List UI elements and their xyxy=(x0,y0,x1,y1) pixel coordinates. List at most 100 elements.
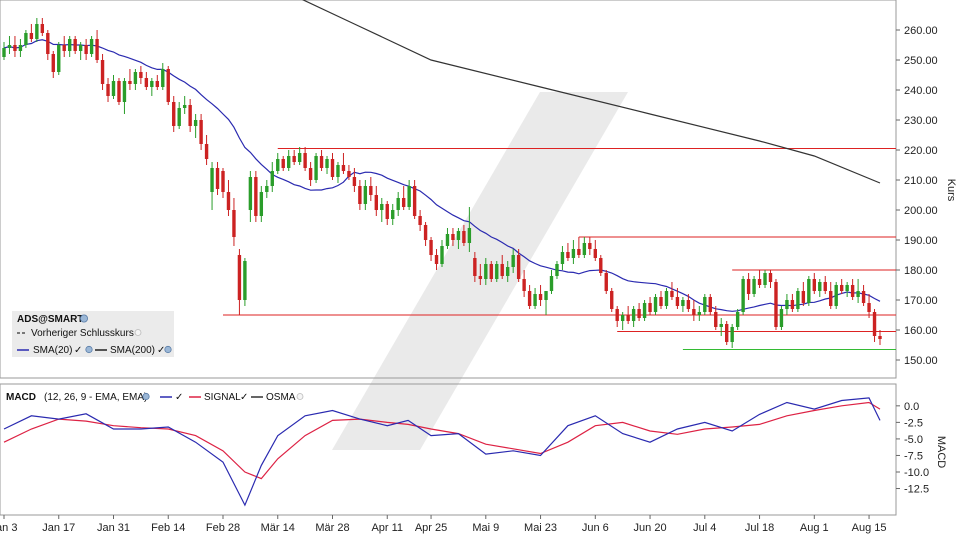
legend-osma: OSMA xyxy=(266,392,296,403)
candle-body xyxy=(845,285,849,291)
candle-body xyxy=(78,45,83,51)
legend-macd-title: MACD xyxy=(6,392,36,403)
sma20-check-icon[interactable]: ✓ xyxy=(74,345,82,356)
date-tick-label: Mai 9 xyxy=(472,522,499,534)
candle xyxy=(659,291,663,309)
date-tick-label: Mär 14 xyxy=(261,522,295,534)
candle-body xyxy=(839,285,844,291)
candle xyxy=(801,282,806,306)
chart-svg: 150.00 160.00 170.00 180.00 190.00 200.00 210.… xyxy=(0,0,957,534)
sma200-globe-icon[interactable] xyxy=(164,345,172,354)
candle-body xyxy=(100,60,105,84)
candle-body xyxy=(193,120,198,126)
candle xyxy=(708,294,712,315)
candle-body xyxy=(111,81,116,96)
candle-body xyxy=(615,309,619,321)
candle xyxy=(812,273,816,294)
candle xyxy=(276,153,280,174)
candle xyxy=(210,162,214,210)
candle xyxy=(182,96,187,114)
candle xyxy=(527,285,532,309)
candle-body xyxy=(577,249,581,255)
candle-body xyxy=(237,255,242,300)
candle-body xyxy=(708,297,712,312)
candle xyxy=(254,171,258,222)
candle-body xyxy=(46,33,50,54)
candle-body xyxy=(714,312,718,327)
candle-body xyxy=(319,156,324,168)
candle xyxy=(57,42,61,75)
candle-body xyxy=(51,54,55,72)
candle xyxy=(385,201,389,225)
candle xyxy=(314,153,318,183)
candle xyxy=(62,36,66,57)
candle xyxy=(40,18,45,36)
candle-body xyxy=(57,45,61,72)
candle xyxy=(856,279,860,303)
candle xyxy=(642,300,647,321)
prev-close-toggle-icon[interactable] xyxy=(134,329,142,336)
candle-body xyxy=(89,39,94,54)
candle-body xyxy=(549,276,554,291)
macd-globe-icon[interactable] xyxy=(142,392,150,401)
candle xyxy=(741,276,745,315)
candle xyxy=(560,246,565,270)
legend-sma200: SMA(200) xyxy=(110,345,155,356)
candle-body xyxy=(445,234,450,246)
candle xyxy=(418,210,422,231)
candle-body xyxy=(774,282,778,327)
candle xyxy=(779,306,784,330)
candle-body xyxy=(232,210,236,237)
candle-body xyxy=(18,45,23,51)
candle-body xyxy=(188,105,192,126)
sma200-check-icon[interactable]: ✓ xyxy=(157,345,165,356)
candle xyxy=(593,240,597,261)
candle-body xyxy=(566,252,570,258)
candle xyxy=(850,279,855,300)
date-tick-label: Aug 15 xyxy=(852,522,887,534)
candle-body xyxy=(725,324,729,342)
macd-legend: MACD (12, 26, 9 - EMA, EMA) ✓ SIGNAL ✓ O… xyxy=(6,392,304,403)
candle-body xyxy=(703,297,707,312)
candle-body xyxy=(106,84,110,96)
candle-body xyxy=(544,291,548,300)
candle xyxy=(237,249,242,315)
candle-body xyxy=(308,168,313,180)
candle xyxy=(259,186,264,222)
sma20-globe-icon[interactable] xyxy=(85,345,93,354)
candle-body xyxy=(861,291,866,303)
candle xyxy=(281,156,285,171)
candle xyxy=(730,324,734,348)
candle-body xyxy=(697,312,702,315)
candle xyxy=(566,243,570,261)
candle-body xyxy=(259,192,264,216)
candle-body xyxy=(516,255,521,279)
candle xyxy=(29,24,34,42)
candle-body xyxy=(133,72,138,84)
candle-body xyxy=(352,177,357,186)
candle xyxy=(336,162,340,183)
candle-body xyxy=(199,120,203,144)
date-axis: Jan 3 Jan 17 Jan 31 Feb 14 Feb 28 Mär 14 Mär 2… xyxy=(0,515,886,534)
candle-body xyxy=(434,255,439,264)
signal-check-icon[interactable]: ✓ xyxy=(240,392,248,403)
candle xyxy=(796,288,800,312)
candle-body xyxy=(7,45,12,48)
macd-check-icon[interactable]: ✓ xyxy=(175,392,183,403)
candle xyxy=(648,297,652,315)
candle xyxy=(89,36,94,57)
candle xyxy=(13,36,17,57)
candle-body xyxy=(478,276,483,279)
candle xyxy=(221,168,225,198)
osma-toggle-icon[interactable] xyxy=(296,393,304,400)
candle xyxy=(637,303,641,321)
candle-body xyxy=(604,273,608,291)
price-tick-label: 210.00 xyxy=(904,175,938,187)
candle xyxy=(861,285,866,306)
macd-tick-label: 0.0 xyxy=(904,401,919,413)
candle xyxy=(380,198,384,222)
candle xyxy=(243,258,247,306)
candle-body xyxy=(139,72,143,78)
candle-body xyxy=(391,210,395,219)
symbol-globe-icon[interactable] xyxy=(80,314,89,323)
